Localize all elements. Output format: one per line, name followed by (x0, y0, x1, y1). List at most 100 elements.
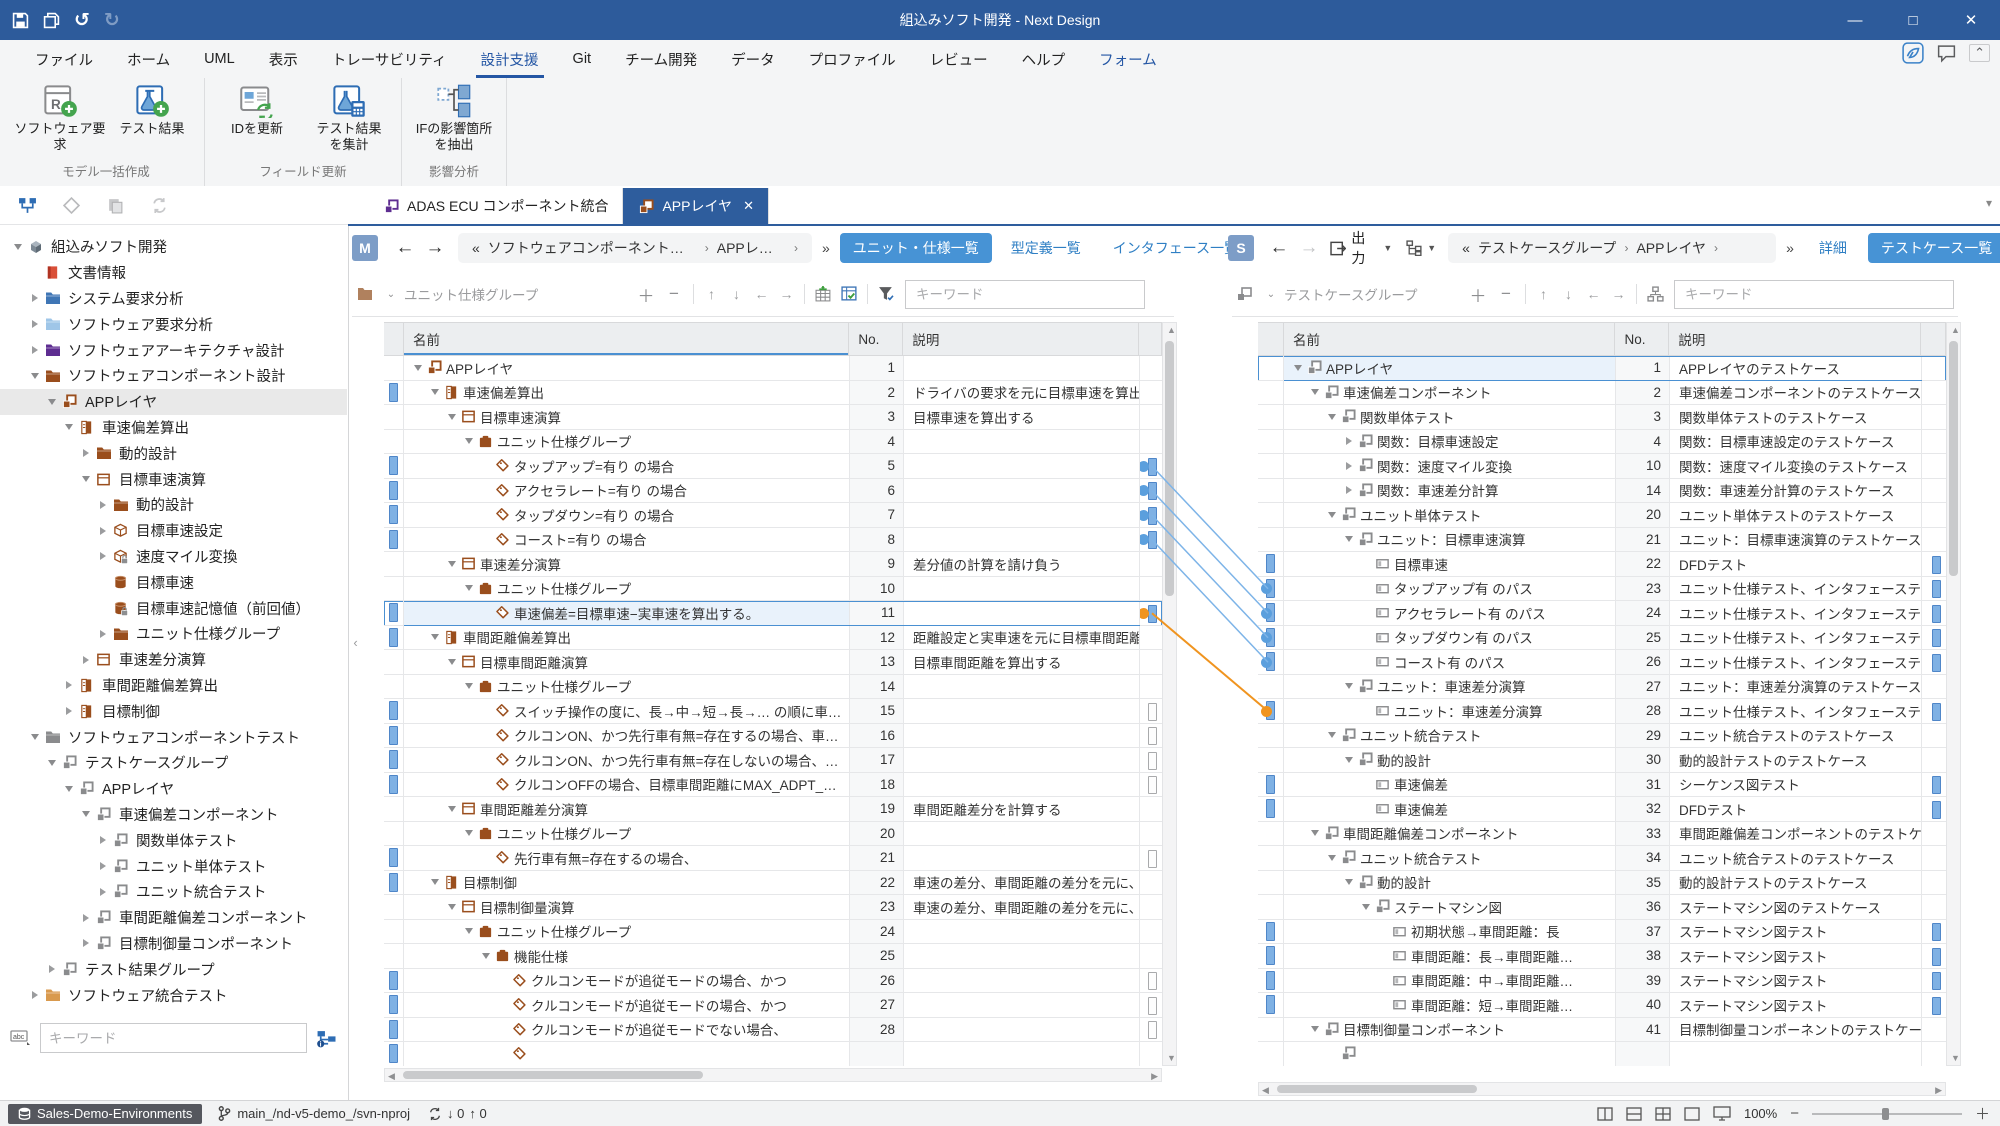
right-remove-row-icon[interactable]: − (1492, 284, 1520, 304)
tree-expand-icon[interactable] (100, 836, 106, 844)
sidebar-item-APPレイヤ[interactable]: APPレイヤ (0, 389, 347, 415)
table-row[interactable]: ユニット統合テスト29ユニット統合テストのテストケース (1258, 724, 1946, 749)
column-header-no[interactable]: No. (1615, 323, 1669, 355)
row-collapse-icon[interactable] (482, 953, 490, 959)
zoom-slider[interactable] (1812, 1107, 1962, 1121)
tree-expand-icon[interactable] (100, 630, 106, 638)
tree-collapse-icon[interactable] (48, 760, 56, 766)
tree-collapse-icon[interactable] (48, 399, 56, 405)
row-collapse-icon[interactable] (1345, 757, 1353, 763)
sidebar-item-関数単体テスト[interactable]: 関数単体テスト (0, 827, 347, 853)
sidebar-item-目標車速記憶値（前回値）[interactable]: 目標車速記憶値（前回値） (0, 595, 347, 621)
copy-icon[interactable] (102, 193, 128, 217)
remove-row-icon[interactable]: − (660, 284, 688, 304)
table-row[interactable]: 目標車速演算3目標車速を算出する (384, 405, 1162, 430)
header-gutter[interactable] (1258, 323, 1284, 355)
table-row[interactable]: タップダウン=有り の場合7 (384, 503, 1162, 528)
table-row[interactable]: クルコンモードが追従モードの場合、かつ26 (384, 969, 1162, 994)
sidebar-keyword-input[interactable] (40, 1023, 307, 1053)
right-vertical-scrollbar[interactable]: ▲ ▼ (1946, 322, 1961, 1066)
table-row[interactable] (1258, 1042, 1946, 1066)
sidebar-item-組込みソフト開発[interactable]: 組込みソフト開発 (0, 234, 347, 260)
row-collapse-icon[interactable] (465, 928, 473, 934)
right-nav-forward-icon[interactable]: → (1294, 237, 1324, 259)
right-keyword-input[interactable] (1683, 286, 1945, 303)
tree-collapse-icon[interactable] (31, 734, 39, 740)
tree-expand-icon[interactable] (100, 552, 106, 560)
tree-layout-button[interactable]: ▼ (1406, 240, 1436, 256)
sidebar-item-テストケースグループ[interactable]: テストケースグループ (0, 750, 347, 776)
table-row[interactable]: 目標車速22DFDテスト (1258, 552, 1946, 577)
sidebar-item-車速差分演算[interactable]: 車速差分演算 (0, 647, 347, 673)
table-row[interactable]: 車速偏差=目標車速−実車速を算出する。11 (384, 601, 1162, 626)
move-right-icon[interactable]: → (774, 286, 799, 302)
tab-overflow-icon[interactable]: ▾ (1986, 196, 1992, 210)
maximize-button[interactable]: □ (1884, 0, 1942, 40)
table-row[interactable]: ユニット仕様グループ20 (384, 822, 1162, 847)
row-collapse-icon[interactable] (431, 879, 439, 885)
tree-expand-icon[interactable] (66, 707, 72, 715)
model-tree-icon[interactable] (14, 193, 40, 217)
right-move-left-icon[interactable]: ← (1581, 286, 1606, 302)
table-row[interactable]: クルコンモードが追従モードでない場合、28 (384, 1018, 1162, 1043)
sidebar-item-ソフトウェアコンポーネント設計[interactable]: ソフトウェアコンポーネント設計 (0, 363, 347, 389)
layout-grid-icon[interactable] (1655, 1107, 1671, 1121)
document-tab-APPレイヤ[interactable]: APPレイヤ✕ (623, 188, 769, 224)
table-row[interactable]: クルコンOFFの場合、目標車間距離にMAX_ADPT_…18 (384, 773, 1162, 798)
output-button[interactable]: 出力 ▼ (1330, 228, 1392, 268)
row-collapse-icon[interactable] (1328, 855, 1336, 861)
row-collapse-icon[interactable] (1311, 389, 1319, 395)
zoom-in-icon[interactable]: ＋ (1975, 1103, 1990, 1124)
sync-icon[interactable] (146, 193, 172, 217)
breadcrumb-item[interactable]: APPレイヤ (1636, 238, 1706, 258)
sidebar-item-目標制御[interactable]: 目標制御 (0, 698, 347, 724)
tree-collapse-icon[interactable] (82, 476, 90, 482)
sidebar-item-車速偏差算出[interactable]: 車速偏差算出 (0, 415, 347, 441)
table-row[interactable]: 車間距離：中→車間距離…39ステートマシン図テスト (1258, 969, 1946, 994)
table-row[interactable]: クルコンON、かつ先行車有無=存在するの場合、車間…16 (384, 724, 1162, 749)
row-collapse-icon[interactable] (1345, 879, 1353, 885)
column-header-desc[interactable]: 説明 (903, 323, 1139, 355)
nav-back-icon[interactable]: ← (390, 237, 420, 259)
table-row[interactable]: 先行車有無=存在するの場合、21 (384, 846, 1162, 871)
sidebar-item-目標車速設定[interactable]: 目標車速設定 (0, 518, 347, 544)
ribbon-button-ソフトウェア要求[interactable]: Rソフトウェア要求 (14, 78, 106, 162)
breadcrumb-item[interactable]: テストケースグループ (1478, 238, 1616, 258)
table-row[interactable]: アクセラレート有 のパス24ユニット仕様テスト、インタフェーステスト (1258, 601, 1946, 626)
ribbon-button-テスト結果を集計[interactable]: テスト結果 を集計 (303, 78, 395, 162)
right-move-down-icon[interactable]: ↓ (1556, 286, 1581, 302)
right-scope-dropdown-icon[interactable]: ⌄ (1258, 282, 1284, 306)
table-row[interactable]: ステートマシン図36ステートマシン図のテストケース (1258, 895, 1946, 920)
row-expand-icon[interactable] (1346, 437, 1352, 445)
sidebar-item-目標車速演算[interactable]: 目標車速演算 (0, 466, 347, 492)
table-row[interactable]: 車速偏差コンポーネント2車速偏差コンポーネントのテストケース (1258, 381, 1946, 406)
sidebar-item-ソフトウェアアーキテクチャ設計[interactable]: ソフトウェアアーキテクチャ設計 (0, 337, 347, 363)
layout-rows-icon[interactable] (1626, 1107, 1642, 1121)
header-marker[interactable] (1921, 323, 1945, 355)
table-row[interactable]: スイッチ操作の度に、長→中→短→長→… の順に車…15 (384, 699, 1162, 724)
table-row[interactable] (384, 1042, 1162, 1066)
menu-tab-トレーサビリティ[interactable]: トレーサビリティ (315, 40, 464, 78)
row-collapse-icon[interactable] (1328, 732, 1336, 738)
sidebar-item-車間距離偏差算出[interactable]: 車間距離偏差算出 (0, 673, 347, 699)
tree-expand-icon[interactable] (32, 320, 38, 328)
center-horizontal-scrollbar[interactable]: ◀ ▶ (384, 1068, 1162, 1082)
tree-expand-icon[interactable] (49, 965, 55, 973)
sidebar-item-動的設計[interactable]: 動的設計 (0, 492, 347, 518)
sidebar-item-APPレイヤ[interactable]: APPレイヤ (0, 776, 347, 802)
tree-expand-icon[interactable] (83, 656, 89, 664)
column-header-no[interactable]: No. (849, 323, 903, 355)
row-collapse-icon[interactable] (1345, 683, 1353, 689)
header-gutter[interactable] (384, 323, 404, 355)
right-breadcrumb-expand[interactable]: » (1786, 240, 1794, 256)
row-collapse-icon[interactable] (1328, 414, 1336, 420)
row-collapse-icon[interactable] (1311, 1026, 1319, 1032)
sidebar-item-ソフトウェア統合テスト[interactable]: ソフトウェア統合テスト (0, 982, 347, 1008)
table-row[interactable]: アクセラレート=有り の場合6 (384, 479, 1162, 504)
nav-forward-icon[interactable]: → (420, 237, 450, 259)
table-row[interactable]: ユニット仕様グループ10 (384, 577, 1162, 602)
assistant-icon[interactable] (1902, 42, 1924, 64)
table-row[interactable]: ユニット：車速差分演算27ユニット：車速差分演算のテストケース (1258, 675, 1946, 700)
center-keyword-input[interactable] (914, 286, 1136, 303)
close-button[interactable]: ✕ (1942, 0, 2000, 40)
